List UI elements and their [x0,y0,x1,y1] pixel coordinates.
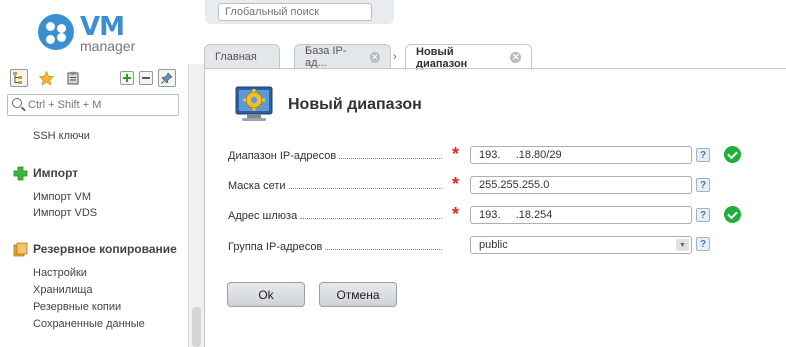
tabs-divider [204,68,786,69]
form-title: Новый диапазон [288,96,422,113]
valid-check-icon [724,206,741,223]
tab-label: Новый диапазон [416,45,468,70]
search-icon [12,98,22,108]
sidebar-group-label: Импорт [33,166,79,180]
favorites-star-icon[interactable] [37,69,55,87]
sidebar-group-backup[interactable]: Резервное копирование [12,241,177,257]
chevron-down-icon[interactable]: ▼ [676,239,689,251]
sidebar-toolbar [8,67,183,89]
ip-range-input[interactable] [470,146,692,164]
sidebar-item-import-vm[interactable]: Импорт VM [33,191,91,203]
sidebar-search[interactable] [7,94,179,116]
pin-icon[interactable] [158,69,176,87]
sidebar-item-storages[interactable]: Хранилища [33,284,93,296]
add-plus-icon [12,165,28,181]
ip-group-selected-value: public [479,239,508,251]
valid-check-icon [724,146,741,163]
tree-view-icon[interactable] [10,69,28,87]
global-search-input[interactable] [218,3,372,21]
sidebar-item-ssh-keys[interactable]: SSH ключи [33,130,90,142]
sidebar-scrollbar[interactable] [188,64,204,347]
cancel-button[interactable]: Отмена [319,282,397,307]
required-marker: * [452,144,460,164]
ip-group-select[interactable]: public ▼ [470,236,692,254]
vmmanager-logo: VM manager [38,12,158,56]
help-icon[interactable]: ? [696,237,710,251]
field-label-ip-range: Диапазон IP-адресов [228,150,442,162]
logo-product: manager [80,38,136,54]
close-tab-icon[interactable]: ✕ [369,51,380,63]
sidebar-search-input[interactable] [28,97,176,113]
settings-monitor-icon [233,83,277,125]
field-label-ip-group: Группа IP-адресов [228,241,442,253]
tab-label: База IP-ад... [305,45,347,69]
sidebar: SSH ключи Импорт Импорт VM Импорт VDS Ре… [0,64,188,347]
sidebar-group-label: Резервное копирование [33,242,177,256]
tab-ip-database[interactable]: База IP-ад... ✕ [294,44,391,69]
required-marker: * [452,204,460,224]
help-icon[interactable]: ? [696,208,710,222]
sidebar-item-import-vds[interactable]: Импорт VDS [33,207,97,219]
tab-new-range[interactable]: Новый диапазон ✕ [405,44,532,70]
sidebar-item-settings[interactable]: Настройки [33,267,87,279]
chevron-right-icon: › [393,51,397,63]
required-marker: * [452,174,460,194]
sidebar-item-backups[interactable]: Резервные копии [33,301,121,313]
backup-icon [12,241,28,257]
close-tab-icon[interactable]: ✕ [510,52,521,63]
help-icon[interactable]: ? [696,178,710,192]
sidebar-group-import[interactable]: Импорт [12,165,78,181]
netmask-input[interactable] [470,176,692,194]
collapse-all-icon[interactable] [139,71,153,85]
content-border [204,68,205,347]
ok-button[interactable]: Ok [227,282,305,307]
expand-all-icon[interactable] [120,71,134,85]
clipboard-icon[interactable] [64,69,82,87]
scrollbar-thumb[interactable] [192,307,201,347]
gateway-input[interactable] [470,206,692,224]
sidebar-item-saved-data[interactable]: Сохраненные данные [33,318,145,330]
logo-mark-icon [38,14,74,50]
tab-label: Главная [215,51,257,63]
tab-home[interactable]: Главная [204,44,280,69]
help-icon[interactable]: ? [696,148,710,162]
field-label-gateway: Адрес шлюза [228,210,442,222]
field-label-netmask: Маска сети [228,180,442,192]
